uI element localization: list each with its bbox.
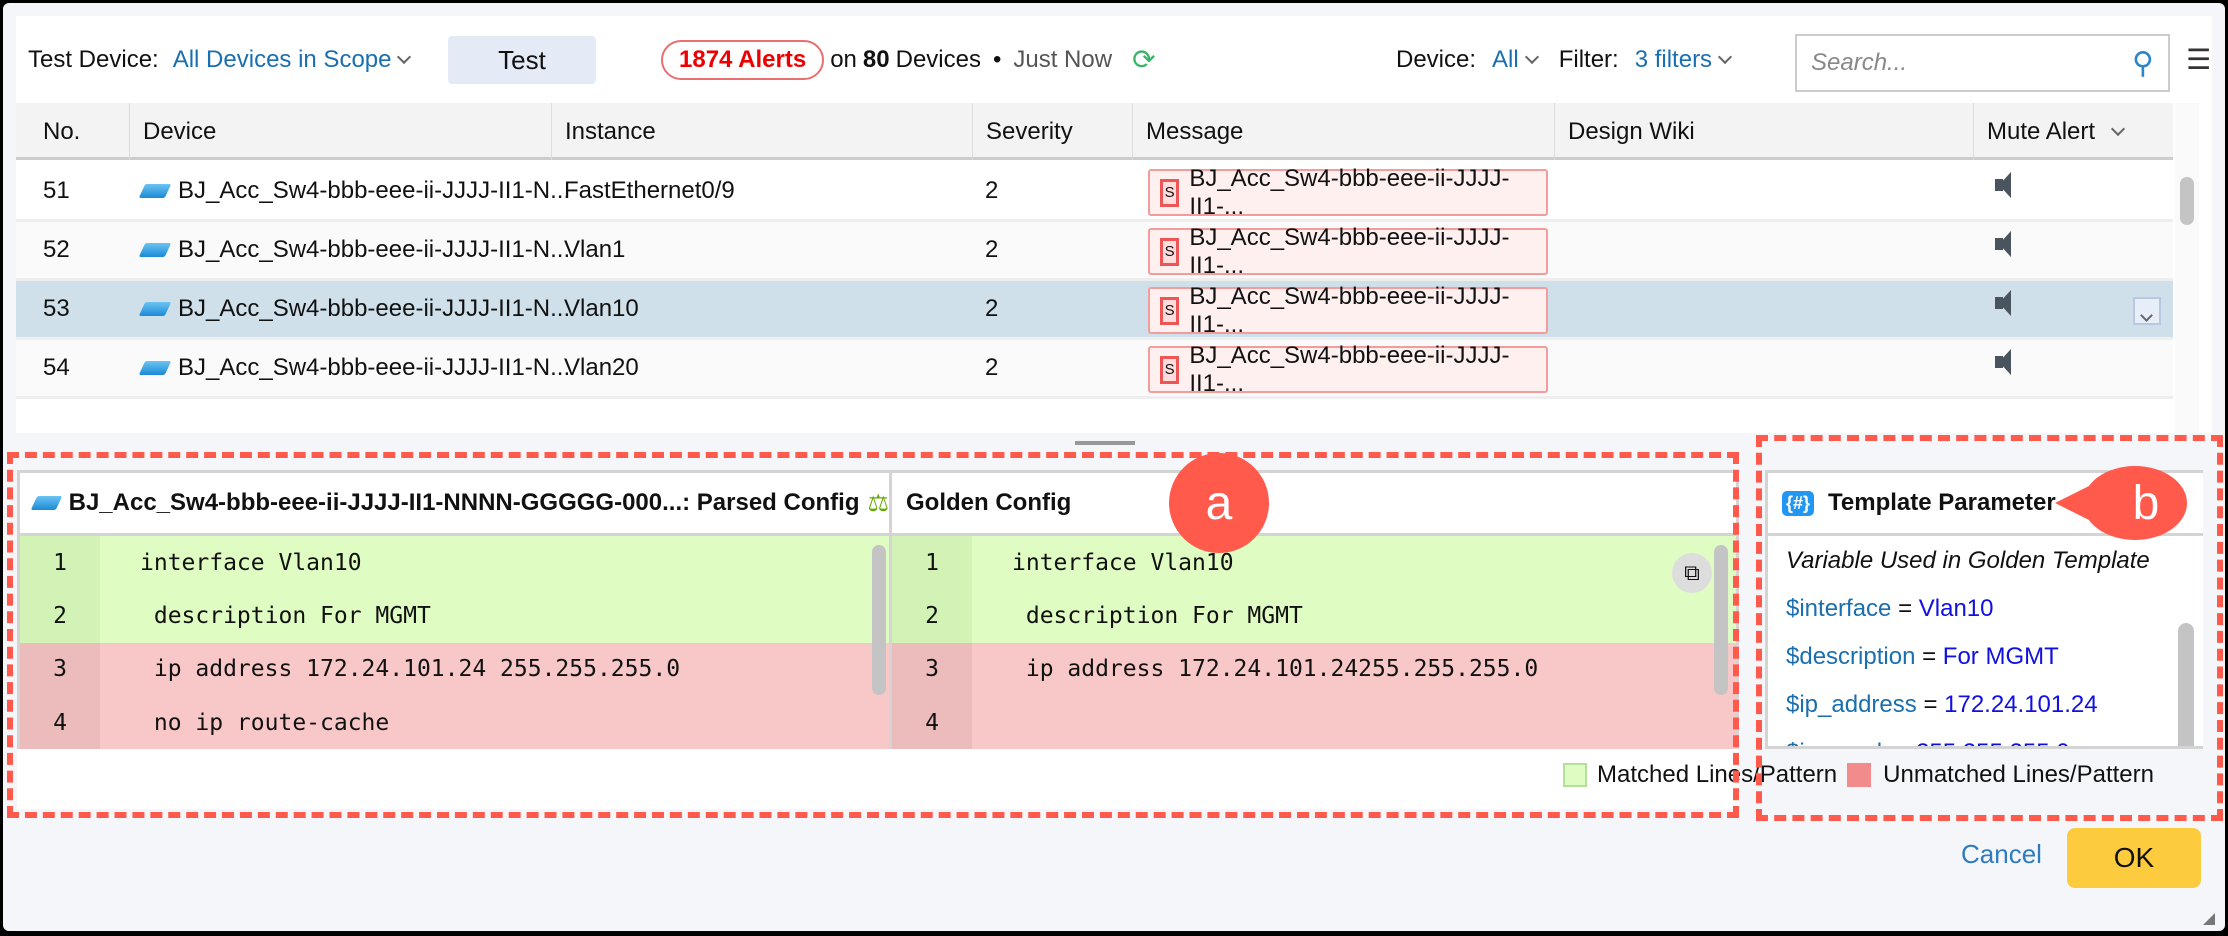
alerts-count-badge[interactable]: 1874 Alerts (661, 39, 825, 80)
device-filter-dropdown[interactable]: All (1492, 46, 1519, 74)
devices-label: Devices (895, 45, 981, 73)
mute-speaker-icon[interactable] (1995, 172, 2011, 198)
row-no: 52 (43, 236, 70, 263)
updated-time: Just Now (1013, 45, 1113, 73)
mute-speaker-icon[interactable] (1995, 349, 2011, 375)
device-name: BJ_Acc_Sw4-bbb-eee-ii-JJJJ-II1-N... (178, 295, 571, 322)
device-name: BJ_Acc_Sw4-bbb-eee-ii-JJJJ-II1-N... (178, 354, 571, 381)
table-row[interactable]: 52 BJ_Acc_Sw4-bbb-eee-ii-JJJJ-II1-N... V… (16, 222, 2173, 281)
on-label: on (830, 45, 857, 73)
menu-icon[interactable]: ☰ (2186, 16, 2211, 103)
message-text: BJ_Acc_Sw4-bbb-eee-ii-JJJJ-II1-... (1189, 282, 1510, 338)
dialog: Test Device: All Devices in Scope Test 1… (3, 3, 2225, 931)
filter-label: Filter: (1558, 45, 1619, 73)
severity-badge: S (1160, 178, 1180, 207)
row-instance: Vlan1 (564, 236, 626, 263)
table-row[interactable]: 54 BJ_Acc_Sw4-bbb-eee-ii-JJJJ-II1-N... V… (16, 340, 2173, 399)
table-header: No. Device Instance Severity Message Des… (16, 103, 2173, 160)
callout-b-label: b (2132, 476, 2160, 530)
message-text: BJ_Acc_Sw4-bbb-eee-ii-JJJJ-II1-... (1189, 164, 1510, 220)
col-device[interactable]: Device (129, 103, 216, 160)
col-no[interactable]: No. (16, 103, 80, 160)
row-no: 51 (43, 177, 70, 204)
row-device[interactable]: BJ_Acc_Sw4-bbb-eee-ii-JJJJ-II1-N... (138, 340, 571, 396)
search-placeholder: Search... (1811, 49, 1908, 76)
col-instance[interactable]: Instance (551, 103, 656, 160)
test-button[interactable]: Test (448, 36, 596, 84)
row-no: 53 (43, 295, 70, 322)
device-icon (138, 243, 172, 257)
row-severity: 2 (985, 177, 999, 204)
message-text: BJ_Acc_Sw4-bbb-eee-ii-JJJJ-II1-... (1189, 341, 1510, 397)
horizontal-scrollbar[interactable] (1075, 441, 1135, 445)
row-expand-chevron-icon[interactable] (2133, 297, 2161, 325)
bullet: • (992, 45, 1002, 73)
callout-b-pointer (2055, 478, 2105, 528)
row-device[interactable]: BJ_Acc_Sw4-bbb-eee-ii-JJJJ-II1-N... (138, 281, 571, 337)
device-name: BJ_Acc_Sw4-bbb-eee-ii-JJJJ-II1-N... (178, 177, 571, 204)
table-row[interactable]: 53 BJ_Acc_Sw4-bbb-eee-ii-JJJJ-II1-N... V… (16, 281, 2173, 340)
severity-badge: S (1160, 355, 1180, 384)
mute-speaker-icon[interactable] (1995, 231, 2011, 257)
device-icon (138, 361, 172, 375)
severity-badge: S (1160, 296, 1180, 325)
mute-speaker-icon[interactable] (1995, 290, 2011, 316)
message-text: BJ_Acc_Sw4-bbb-eee-ii-JJJJ-II1-... (1189, 223, 1510, 279)
row-severity: 2 (985, 295, 999, 322)
row-severity: 2 (985, 354, 999, 381)
col-mute-alert[interactable]: Mute Alert (1973, 103, 2173, 160)
mute-alert-label: Mute Alert (1987, 117, 2096, 145)
device-icon (138, 302, 172, 316)
filter-dropdown[interactable]: 3 filters (1635, 46, 1712, 74)
device-icon (138, 184, 172, 198)
row-device[interactable]: BJ_Acc_Sw4-bbb-eee-ii-JJJJ-II1-N... (138, 163, 571, 219)
chevron-down-icon (1524, 49, 1539, 65)
row-message[interactable]: S BJ_Acc_Sw4-bbb-eee-ii-JJJJ-II1-... (1148, 165, 1548, 220)
row-no: 54 (43, 354, 70, 381)
test-device-selector[interactable]: Test Device: All Devices in Scope (28, 16, 417, 103)
alerts-table: No. Device Instance Severity Message Des… (16, 103, 2212, 433)
device-filter-label: Device: (1396, 45, 1477, 73)
test-device-value[interactable]: All Devices in Scope (173, 46, 392, 74)
search-icon[interactable]: ⚲ (2132, 46, 2154, 81)
table-scrollbar[interactable] (2175, 103, 2199, 433)
test-device-label: Test Device: (28, 45, 159, 73)
ok-button[interactable]: OK (2067, 828, 2201, 888)
row-device[interactable]: BJ_Acc_Sw4-bbb-eee-ii-JJJJ-II1-N... (138, 222, 571, 278)
row-message[interactable]: S BJ_Acc_Sw4-bbb-eee-ii-JJJJ-II1-... (1148, 283, 1548, 338)
col-severity[interactable]: Severity (972, 103, 1073, 160)
row-instance: FastEthernet0/9 (564, 177, 735, 204)
row-instance: Vlan20 (564, 354, 639, 381)
device-name: BJ_Acc_Sw4-bbb-eee-ii-JJJJ-II1-N... (178, 236, 571, 263)
cancel-button[interactable]: Cancel (1961, 839, 2042, 870)
annotation-box-a (7, 452, 1739, 818)
row-message[interactable]: S BJ_Acc_Sw4-bbb-eee-ii-JJJJ-II1-... (1148, 224, 1548, 279)
severity-badge: S (1160, 237, 1180, 266)
row-message[interactable]: S BJ_Acc_Sw4-bbb-eee-ii-JJJJ-II1-... (1148, 342, 1548, 397)
row-severity: 2 (985, 236, 999, 263)
resize-handle-icon[interactable] (2203, 913, 2215, 925)
row-instance: Vlan10 (564, 295, 639, 322)
table-row[interactable]: 51 BJ_Acc_Sw4-bbb-eee-ii-JJJJ-II1-N... F… (16, 163, 2173, 222)
chevron-down-icon[interactable] (2110, 121, 2126, 137)
search-input[interactable]: Search... ⚲ (1795, 34, 2170, 92)
chevron-down-icon (1717, 49, 1733, 65)
refresh-icon[interactable]: ⟳ (1132, 43, 1155, 76)
col-message[interactable]: Message (1132, 103, 1243, 160)
toolbar: Test Device: All Devices in Scope Test 1… (16, 16, 2212, 103)
device-count: 80 (862, 45, 890, 73)
chevron-down-icon (397, 49, 412, 65)
callout-a: a (1169, 453, 1269, 553)
col-design-wiki[interactable]: Design Wiki (1554, 103, 1695, 160)
